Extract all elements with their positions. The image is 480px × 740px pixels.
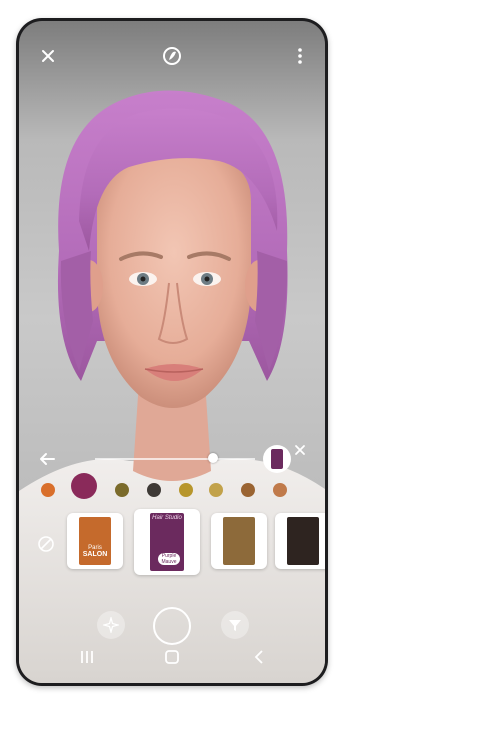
color-swatch-row <box>19 471 325 505</box>
close-icon[interactable] <box>37 45 59 67</box>
product-line: SALON <box>82 551 108 558</box>
product-box <box>287 517 319 565</box>
slider-track <box>95 458 255 460</box>
color-swatch-brown[interactable] <box>241 483 255 497</box>
color-swatch-copper[interactable] <box>273 483 287 497</box>
color-swatch-mustard[interactable] <box>179 483 193 497</box>
no-color-icon[interactable] <box>37 535 55 553</box>
product-card-paris-salon[interactable]: Paris SALON <box>67 513 123 569</box>
product-box: Hair Studio Purple Mauve <box>150 513 184 571</box>
product-card-hair-studio[interactable]: Hair Studio Purple Mauve <box>134 509 200 575</box>
arrow-left-icon[interactable] <box>37 449 57 469</box>
intensity-slider[interactable] <box>95 453 255 463</box>
back-icon[interactable] <box>251 649 267 665</box>
home-icon[interactable] <box>164 649 180 665</box>
color-swatch-olive[interactable] <box>115 483 129 497</box>
color-swatch-gold[interactable] <box>209 483 223 497</box>
product-card-dark[interactable] <box>275 513 325 569</box>
color-swatch-charcoal[interactable] <box>147 483 161 497</box>
product-brand: Hair Studio <box>152 515 182 521</box>
brand-logo-icon <box>161 45 183 67</box>
more-vert-icon[interactable] <box>289 45 311 67</box>
system-nav-bar <box>19 635 325 683</box>
product-carousel: Paris SALON Hair Studio Purple Mauve <box>19 509 325 595</box>
recent-apps-icon[interactable] <box>79 649 95 665</box>
color-swatch-orange[interactable] <box>41 483 55 497</box>
product-card-brown[interactable] <box>211 513 267 569</box>
close-small-icon[interactable] <box>293 443 309 459</box>
product-line: Purple Mauve <box>158 553 180 565</box>
selected-product-thumb[interactable] <box>263 445 291 473</box>
camera-screen: Paris SALON Hair Studio Purple Mauve <box>19 21 325 683</box>
thumb-box <box>271 449 283 469</box>
slider-handle[interactable] <box>208 453 219 463</box>
color-swatch-plum[interactable] <box>71 473 97 499</box>
product-box <box>223 517 255 565</box>
product-box: Paris SALON <box>79 517 111 565</box>
phone-frame: Paris SALON Hair Studio Purple Mauve <box>16 18 328 686</box>
